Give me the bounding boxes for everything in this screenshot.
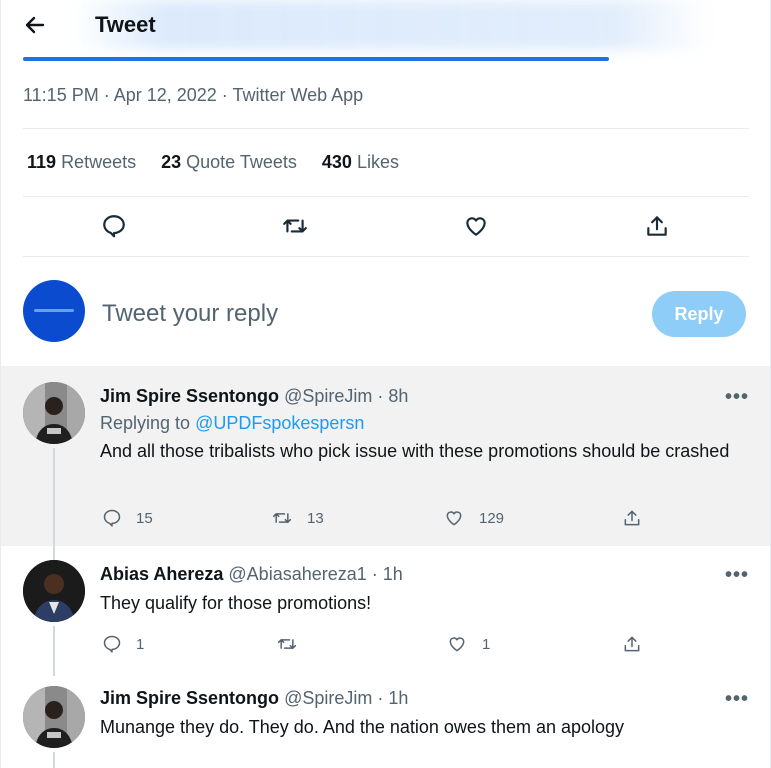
more-options-icon[interactable]: •••	[725, 688, 749, 711]
replying-to: Replying to @UPDFspokespersn	[100, 413, 365, 433]
heart-icon	[449, 637, 465, 652]
reply-tweet[interactable]: Abias Ahereza @Abiasahereza1 · 1h ••• Th…	[1, 546, 770, 676]
reply-action[interactable]: 1	[102, 630, 144, 658]
reply-count: 15	[136, 509, 153, 527]
reply-button[interactable]: Reply	[652, 291, 746, 337]
share-action[interactable]	[622, 504, 642, 532]
avatar[interactable]	[23, 686, 85, 748]
like-count: 129	[479, 509, 505, 527]
retweet-action[interactable]: 13	[271, 504, 324, 532]
avatar[interactable]	[23, 560, 85, 622]
avatar[interactable]	[23, 382, 85, 444]
tweet-page: Tweet 11:15 PM · Apr 12, 2022 · Twitter …	[0, 0, 771, 768]
tweet-text: They qualify for those promotions!	[100, 593, 372, 613]
reply-input[interactable]: Tweet your reply	[102, 300, 278, 328]
tweet-text: Munange they do. They do. And the nation…	[100, 717, 625, 737]
comment-icon	[103, 509, 121, 527]
more-options-icon[interactable]: •••	[725, 564, 749, 587]
retweet-count: 13	[307, 509, 324, 527]
page-header: Tweet	[1, 0, 770, 50]
tweet-text: And all those tribalists who pick issue …	[100, 441, 730, 461]
arrow-left-icon	[25, 16, 45, 34]
like-count: 1	[482, 635, 491, 653]
logo-icon	[34, 309, 74, 312]
author-name[interactable]: Jim Spire Ssentongo	[100, 386, 279, 406]
comment-icon	[103, 215, 125, 238]
retweet-icon	[277, 639, 297, 649]
likes-stat[interactable]: 430 Likes	[322, 152, 399, 173]
retweet-icon	[283, 219, 307, 233]
tweet-timestamp[interactable]: 11:15 PM · Apr 12, 2022 · Twitter Web Ap…	[23, 85, 363, 106]
like-action[interactable]: 1	[446, 630, 490, 658]
retweets-stat[interactable]: 119 Retweets	[27, 152, 136, 173]
retweet-action[interactable]	[275, 206, 315, 246]
back-button[interactable]	[15, 6, 55, 44]
mention-link[interactable]: @UPDFspokespersn	[195, 413, 364, 433]
reply-count: 1	[136, 635, 145, 653]
quote-tweets-stat[interactable]: 23 Quote Tweets	[161, 152, 297, 173]
reply-tweet[interactable]: Jim Spire Ssentongo @SpireJim · 1h ••• M…	[1, 676, 770, 768]
media-edge	[23, 57, 609, 61]
like-action[interactable]	[456, 206, 496, 246]
page-title: Tweet	[95, 12, 156, 37]
more-options-icon[interactable]: •••	[725, 386, 749, 409]
author-handle[interactable]: @SpireJim · 1h	[284, 688, 408, 708]
retweet-icon	[272, 513, 292, 523]
tweet-actions	[1, 206, 770, 250]
author-name[interactable]: Abias Ahereza	[100, 564, 223, 584]
person-photo-icon	[23, 686, 85, 748]
comment-icon	[103, 635, 121, 653]
reply-action[interactable]	[94, 206, 134, 246]
person-photo-icon	[23, 382, 85, 444]
share-icon	[624, 636, 640, 652]
like-action[interactable]: 129	[443, 504, 504, 532]
user-avatar[interactable]	[23, 280, 85, 342]
tweet-stats: 119 Retweets 23 Quote Tweets 430 Likes	[27, 152, 399, 173]
person-photo-icon	[23, 560, 85, 622]
heart-icon	[446, 511, 462, 526]
author-name[interactable]: Jim Spire Ssentongo	[100, 688, 279, 708]
reply-tweet[interactable]: Jim Spire Ssentongo @SpireJim · 8h ••• R…	[1, 366, 770, 546]
retweet-action[interactable]	[276, 630, 312, 658]
reply-action[interactable]: 15	[102, 504, 153, 532]
heart-icon	[466, 217, 486, 236]
share-action[interactable]	[622, 630, 642, 658]
share-action[interactable]	[637, 206, 677, 246]
share-icon	[647, 216, 667, 236]
author-handle[interactable]: @Abiasahereza1 · 1h	[228, 564, 402, 584]
share-icon	[624, 510, 640, 526]
author-handle[interactable]: @SpireJim · 8h	[284, 386, 408, 406]
